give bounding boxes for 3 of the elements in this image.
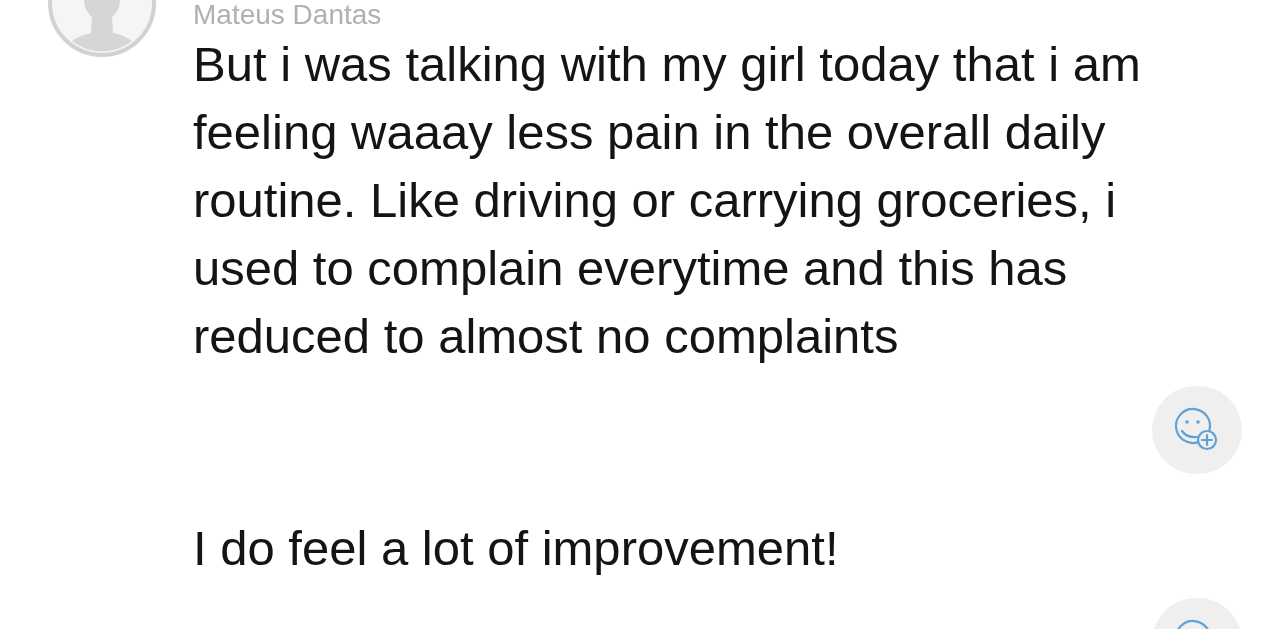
- message-text: But i was talking with my girl today that i am feeling waaay less pain in the overall daily routine. Like driving or carrying groceries, i used to complain everytime and this has reduced to almost no complaints: [193, 36, 1142, 365]
- author-name: Mateus Dantas: [193, 0, 382, 30]
- message-text: I do feel a lot of improvement!: [193, 520, 840, 577]
